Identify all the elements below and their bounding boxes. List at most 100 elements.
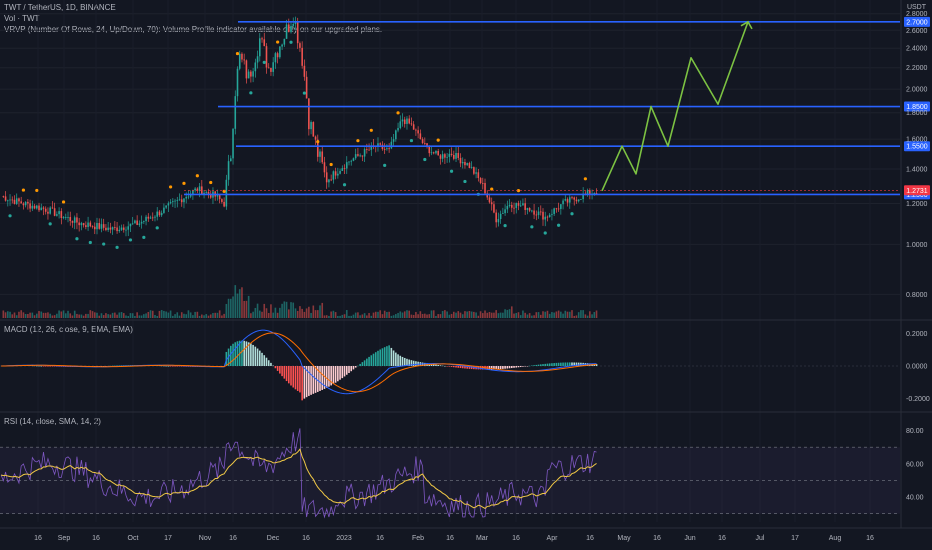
candle-body	[390, 141, 393, 149]
volume-bar	[395, 314, 397, 318]
macd-histogram-bar	[176, 366, 179, 367]
volume-bar	[270, 304, 272, 318]
volume-bar	[301, 308, 303, 318]
candle-body	[38, 205, 40, 211]
volume-bar	[359, 315, 361, 318]
volume-bar	[580, 310, 582, 318]
volume-bar	[397, 312, 399, 318]
volume-bar	[430, 310, 433, 318]
time-tick-label: 16	[446, 535, 454, 542]
candle-body	[11, 199, 14, 201]
candle-body	[256, 56, 259, 63]
candle-body	[71, 220, 74, 223]
volume-bar	[172, 315, 174, 318]
macd-histogram-bar	[401, 356, 404, 366]
macd-histogram-bar	[301, 366, 303, 401]
macd-histogram-bar	[279, 366, 281, 374]
time-tick-label: Feb	[412, 535, 424, 542]
volume-bar	[577, 312, 580, 318]
candle-body	[287, 24, 290, 33]
macd-histogram-bar	[374, 352, 377, 366]
macd-histogram-bar	[448, 366, 451, 367]
volume-bar	[582, 310, 584, 318]
candle-body	[205, 191, 208, 193]
volume-bar	[461, 314, 464, 318]
candle-body	[116, 227, 118, 232]
candle-body	[243, 59, 245, 61]
volume-bar	[468, 310, 471, 318]
volume-bar	[20, 310, 22, 318]
volume-bar	[316, 310, 319, 318]
volume-bar	[412, 314, 415, 318]
volume-bar	[321, 302, 324, 318]
volume-bar	[299, 306, 301, 318]
time-tick-label: 16	[653, 535, 661, 542]
candle-body	[134, 220, 136, 224]
candle-body	[299, 43, 301, 48]
volume-bar	[475, 312, 477, 318]
volume-bar	[100, 313, 103, 318]
volume-bar	[350, 315, 353, 318]
volume-bar	[18, 311, 20, 318]
volume-bar	[274, 307, 277, 318]
candle-body	[15, 198, 18, 204]
macd-histogram-bar	[377, 350, 379, 366]
candle-body	[156, 211, 159, 217]
candle-body	[194, 188, 196, 191]
volume-bar	[221, 315, 223, 318]
macd-histogram-bar	[258, 350, 261, 366]
candle-body	[446, 156, 448, 158]
candle-body	[379, 143, 382, 145]
time-tick-label: 16	[302, 535, 310, 542]
candle-body	[82, 223, 85, 226]
candle-body	[363, 149, 366, 157]
volume-bar	[522, 310, 524, 318]
volume-bar	[515, 312, 518, 318]
candle-body	[314, 136, 317, 140]
candle-body	[504, 209, 506, 214]
volume-bar	[493, 312, 495, 318]
volume-bar	[136, 312, 138, 318]
volume-bar	[250, 313, 252, 318]
candle-body	[169, 202, 172, 204]
chart-canvas[interactable]: 2.70001.85001.55001.25001.2731 2.8000 2.6…	[0, 0, 932, 550]
candle-body	[310, 122, 312, 130]
rsi-tick-label: 80.00	[906, 428, 924, 435]
signal-dot	[449, 169, 454, 173]
macd-histogram-bar	[551, 363, 553, 366]
candle-body	[548, 214, 551, 218]
volume-bar	[38, 311, 40, 318]
candle-body	[435, 150, 437, 154]
candle-body	[497, 219, 500, 223]
volume-bar	[51, 315, 54, 318]
candle-body	[265, 46, 268, 68]
volume-bar	[279, 307, 281, 318]
volume-bar	[479, 311, 482, 318]
candle-body	[281, 44, 283, 47]
candle-body	[35, 205, 38, 209]
volume-bar	[263, 303, 266, 318]
volume-bar	[531, 315, 533, 318]
signal-dot	[329, 162, 333, 167]
time-tick-label: May	[617, 535, 631, 542]
candle-body	[263, 39, 266, 47]
time-tick-label: 2023	[336, 535, 352, 542]
volume-bar	[76, 313, 78, 318]
signal-dot	[195, 174, 199, 178]
macd-histogram-bar	[388, 345, 390, 366]
volume-bar	[13, 312, 16, 318]
macd-histogram-bar	[397, 354, 399, 366]
volume-bar	[194, 311, 196, 318]
volume-bar	[69, 313, 72, 318]
volume-bar	[158, 310, 161, 318]
volume-bar	[287, 309, 290, 318]
volume-bar	[185, 314, 188, 318]
candle-body	[468, 163, 471, 168]
candle-body	[107, 227, 109, 231]
macd-histogram-bar	[287, 366, 290, 384]
macd-histogram-bar	[334, 366, 337, 383]
candle-body	[432, 152, 435, 154]
volume-bar	[216, 312, 219, 318]
volume-bar	[314, 310, 317, 318]
signal-dot	[21, 188, 26, 192]
